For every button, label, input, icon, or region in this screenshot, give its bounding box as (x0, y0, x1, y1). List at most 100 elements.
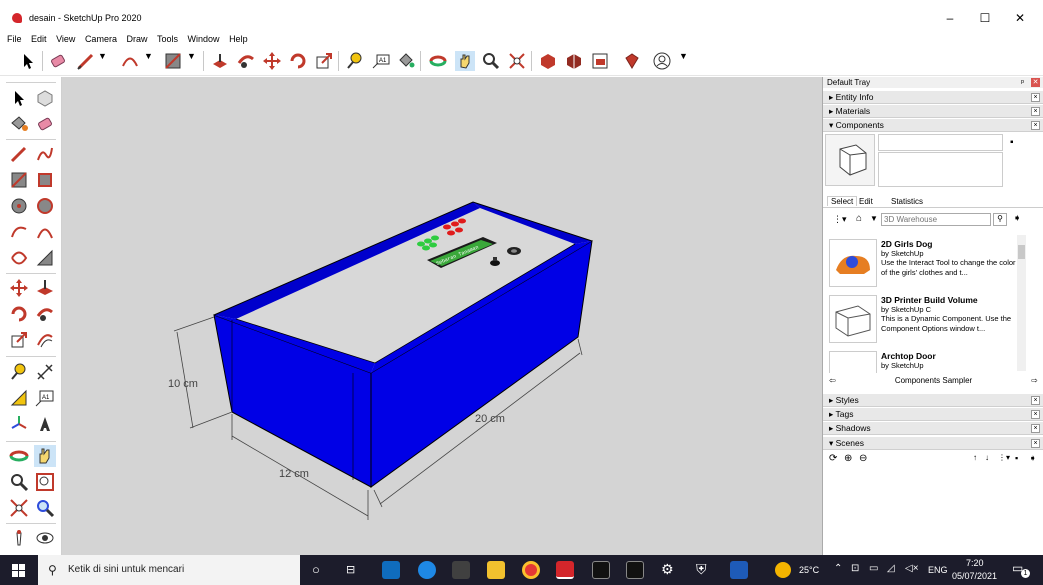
view-options-icon[interactable]: ⋮▾ (833, 214, 847, 225)
search-input[interactable] (881, 213, 991, 226)
3d-text-icon[interactable] (34, 413, 56, 435)
search-icon[interactable]: ⚲ (993, 213, 1007, 226)
cortana-icon[interactable]: ○ (312, 562, 320, 577)
list-item[interactable]: 3D Printer Build Volume by SketchUp C Th… (827, 293, 1027, 347)
forward-arrow-icon[interactable]: ➧ (1029, 453, 1037, 464)
chevron-down-icon[interactable]: ▼ (870, 214, 878, 223)
taskbar-search-input[interactable]: ⚲ Ketik di sini untuk mencari (38, 555, 300, 585)
offset-icon[interactable] (34, 329, 56, 351)
forward-arrow-icon[interactable]: ➧ (1013, 213, 1021, 224)
user-account-icon[interactable] (652, 51, 672, 71)
rotate-icon[interactable] (8, 303, 30, 325)
menu-file[interactable]: File (7, 32, 22, 46)
arc-icon[interactable] (120, 51, 140, 71)
line-icon[interactable] (8, 143, 30, 165)
menu-help[interactable]: Help (229, 32, 248, 46)
dimension-icon[interactable] (34, 361, 56, 383)
task-view-icon[interactable]: ⊟ (346, 563, 355, 576)
back-arrow-icon[interactable]: ⇦ (829, 375, 836, 387)
maximize-button[interactable]: ☐ (970, 8, 1000, 28)
cxd-app-icon[interactable] (626, 561, 644, 579)
line-icon[interactable] (76, 51, 96, 71)
ruby-icon[interactable] (622, 51, 642, 71)
component-list-scrollbar[interactable] (1017, 235, 1026, 371)
arc-icon[interactable] (8, 221, 30, 243)
three-point-arc-icon[interactable] (8, 247, 30, 269)
select-icon[interactable] (8, 87, 30, 109)
push-pull-icon[interactable] (34, 277, 56, 299)
close-icon[interactable]: × (1031, 424, 1040, 433)
menu-edit[interactable]: Edit (31, 32, 47, 46)
language-indicator[interactable]: ENG (928, 565, 948, 575)
section-scenes[interactable]: ▾ Scenes × (823, 437, 1043, 450)
scale-icon[interactable] (314, 51, 334, 71)
zoom-icon[interactable] (8, 471, 30, 493)
menu-view[interactable]: View (56, 32, 75, 46)
list-item[interactable]: 2D Girls Dog by SketchUp Use the Interac… (827, 237, 1027, 291)
battery-icon[interactable]: ▭ (869, 563, 878, 574)
section-shadows[interactable]: ▸ Shadows × (823, 422, 1043, 435)
remove-scene-icon[interactable]: ⊖ (859, 453, 867, 464)
section-styles[interactable]: ▸ Styles × (823, 394, 1043, 407)
close-icon[interactable]: × (1031, 410, 1040, 419)
chevron-down-icon[interactable]: ▼ (187, 51, 207, 71)
refresh-icon[interactable]: ⟳ (829, 453, 837, 464)
chevron-down-icon[interactable]: ▼ (144, 51, 164, 71)
tab-select[interactable]: Select (827, 196, 858, 206)
zoom-extents-icon[interactable] (507, 51, 527, 71)
make-component-icon[interactable] (34, 87, 56, 109)
paint-bucket-icon[interactable] (8, 113, 30, 135)
text-icon[interactable]: A1 (34, 387, 56, 409)
axes-icon[interactable] (8, 413, 30, 435)
extension-warehouse-icon[interactable] (564, 51, 584, 71)
protractor-icon[interactable] (8, 387, 30, 409)
move-icon[interactable] (262, 51, 282, 71)
close-icon[interactable]: × (1031, 93, 1040, 102)
move-down-icon[interactable]: ↓ (985, 453, 989, 462)
shield-icon[interactable]: ⛨ (696, 561, 707, 578)
orbit-icon[interactable] (428, 51, 448, 71)
move-up-icon[interactable]: ↑ (973, 453, 977, 462)
volume-icon[interactable]: ◁× (905, 563, 919, 574)
pan-icon[interactable] (455, 51, 475, 71)
section-tags[interactable]: ▸ Tags × (823, 408, 1043, 421)
paint-bucket-icon[interactable] (396, 51, 416, 71)
select-icon[interactable] (18, 51, 38, 71)
zoom-icon[interactable] (481, 51, 501, 71)
chevron-down-icon[interactable]: ▼ (679, 51, 699, 71)
tape-measure-icon[interactable] (8, 361, 30, 383)
rotate-icon[interactable] (288, 51, 308, 71)
move-icon[interactable] (8, 277, 30, 299)
mail-icon[interactable] (382, 561, 400, 579)
orbit-icon[interactable] (8, 445, 30, 467)
close-icon[interactable]: × (1031, 121, 1040, 130)
close-icon[interactable]: × (1031, 439, 1040, 448)
weather-icon[interactable] (775, 562, 791, 578)
pie-icon[interactable] (34, 247, 56, 269)
menu-tools[interactable]: Tools (157, 32, 178, 46)
edge-icon[interactable] (418, 561, 436, 579)
forward-arrow-icon[interactable]: ⇨ (1031, 375, 1038, 387)
freehand-icon[interactable] (34, 143, 56, 165)
chrome-icon[interactable] (522, 561, 540, 579)
pin-icon[interactable]: ᵖ (1021, 77, 1024, 88)
menu-draw[interactable]: Draw (126, 32, 147, 46)
section-components[interactable]: ▾ Components × (823, 119, 1043, 132)
menu-camera[interactable]: Camera (85, 32, 117, 46)
home-icon[interactable]: ⌂ (856, 213, 862, 224)
wifi-icon[interactable]: ◿ (887, 563, 895, 574)
section-materials[interactable]: ▸ Materials × (823, 105, 1043, 118)
view-options-icon[interactable]: ⋮▾ (998, 453, 1010, 462)
close-icon[interactable]: × (1031, 396, 1040, 405)
sketchup-taskbar-icon[interactable] (556, 561, 574, 579)
zoom-window-icon[interactable] (34, 471, 56, 493)
close-button[interactable]: ✕ (1005, 8, 1035, 28)
component-name-field[interactable] (878, 134, 1003, 151)
details-icon[interactable]: ▪ (1015, 453, 1018, 463)
section-entity-info[interactable]: ▸ Entity Info × (823, 91, 1043, 104)
eraser-icon[interactable] (48, 51, 68, 71)
two-point-arc-icon[interactable] (34, 221, 56, 243)
position-camera-icon[interactable] (8, 527, 30, 549)
previous-view-icon[interactable] (34, 497, 56, 519)
3d-warehouse-icon[interactable] (538, 51, 558, 71)
